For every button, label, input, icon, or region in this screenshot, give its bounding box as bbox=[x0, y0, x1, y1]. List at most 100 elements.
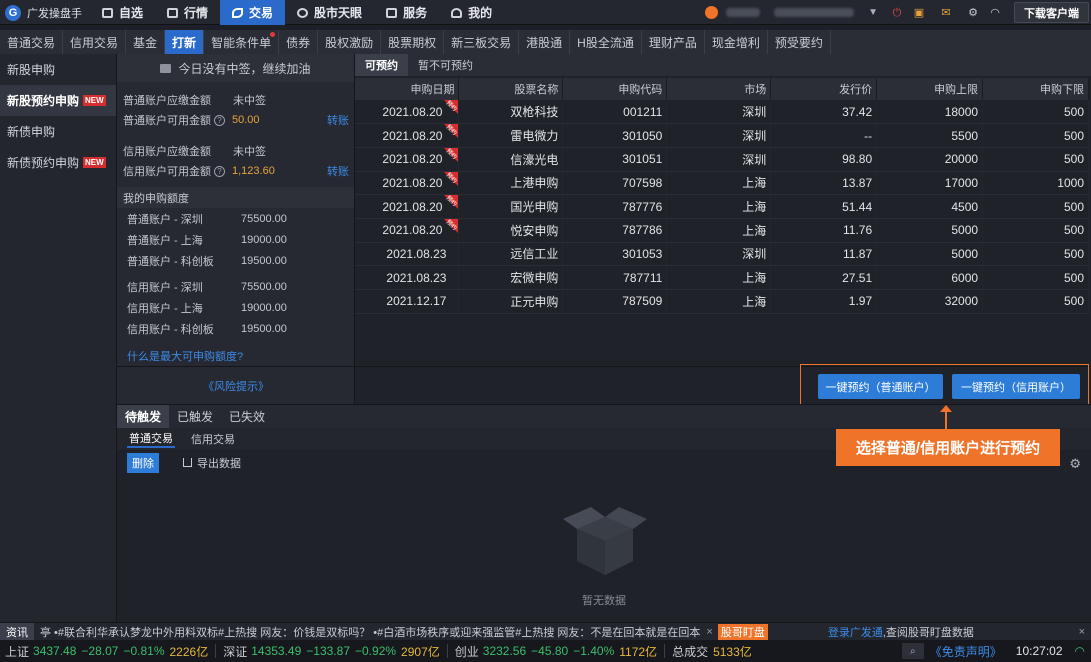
table-cell: 5000 bbox=[876, 218, 984, 243]
table-row[interactable]: 2021.12.17 正元申购 787509 上海 1.97 32000 500 bbox=[355, 289, 1089, 314]
sidebar-item-ipo-subscribe[interactable]: 新股申购 bbox=[0, 54, 116, 85]
chevron-down-icon[interactable]: ▼ bbox=[868, 7, 878, 18]
avatar[interactable] bbox=[705, 6, 719, 19]
close-icon[interactable]: × bbox=[1079, 626, 1085, 638]
subtab-ipo[interactable]: 打新 bbox=[165, 30, 205, 54]
reserve-ribbon: 预约 bbox=[444, 147, 459, 162]
subtab-equity-incentive[interactable]: 股权激励 bbox=[318, 30, 382, 54]
login-link[interactable]: 登录广发通 bbox=[828, 624, 883, 640]
subtab-normal-trade[interactable]: 普通交易 bbox=[0, 30, 64, 54]
subtab-wealth[interactable]: 理财产品 bbox=[642, 30, 705, 54]
table-row[interactable]: 2021.08.23 宏微申购 787711 上海 27.51 6000 500 bbox=[355, 265, 1089, 290]
tab-triggered[interactable]: 已触发 bbox=[169, 405, 221, 428]
subtab-fund[interactable]: 基金 bbox=[126, 30, 166, 54]
nav-market[interactable]: 行情 bbox=[155, 0, 220, 25]
mail-icon[interactable]: ✉ bbox=[940, 7, 952, 19]
sz-amount: 2907亿 bbox=[401, 644, 440, 659]
col-market[interactable]: 市场 bbox=[666, 78, 772, 100]
subtab-smart-order[interactable]: 智能条件单 bbox=[204, 30, 280, 54]
reserve-normal-button[interactable]: 一键预约（普通账户） bbox=[818, 374, 943, 399]
subtab-options[interactable]: 股票期权 bbox=[381, 30, 445, 54]
help-icon[interactable]: ? bbox=[214, 165, 225, 177]
col-lower[interactable]: 申购下限 bbox=[982, 78, 1089, 100]
close-icon[interactable]: × bbox=[706, 626, 712, 638]
subtab-cash-plus[interactable]: 现金增利 bbox=[705, 30, 768, 54]
table-cell: 787776 bbox=[562, 194, 668, 219]
empty-state: 暂无数据 bbox=[117, 474, 1091, 622]
quota-account: 普通账户 - 上海 bbox=[127, 234, 203, 247]
table-cell: 27.51 bbox=[770, 265, 878, 290]
table-row[interactable]: 2021.08.20 预约 上港申购 707598 上海 13.87 17000 1000 bbox=[355, 171, 1089, 196]
lock-icon[interactable]: ▣ bbox=[913, 7, 925, 19]
table-row[interactable]: 2021.08.20 预约 雷电微力 301050 深圳 -- 5500 500 bbox=[355, 123, 1089, 148]
export-button[interactable]: 导出数据 bbox=[183, 455, 241, 471]
reserve-ribbon: 预约 bbox=[444, 100, 459, 114]
nav-skyeye[interactable]: 股市天眼 bbox=[285, 0, 374, 25]
col-upper[interactable]: 申购上限 bbox=[876, 78, 984, 100]
credit-transfer-link[interactable]: 转账 bbox=[327, 163, 349, 179]
table-row[interactable]: 2021.08.23 远信工业 301053 深圳 11.87 5000 500 bbox=[355, 242, 1089, 267]
table-cell: 双枪科技 bbox=[458, 100, 564, 125]
news-tag[interactable]: 股哥盯盘 bbox=[717, 623, 768, 640]
quota-value: 19500.00 bbox=[241, 254, 287, 267]
disclaimer-link[interactable]: 《免责声明》 bbox=[930, 643, 1002, 660]
normal-pay-row: 普通账户应缴金额 未中签 bbox=[117, 90, 354, 110]
sidebar-item-ipo-reserve[interactable]: 新股预约申购 NEW bbox=[0, 85, 116, 116]
nav-label: 服务 bbox=[403, 6, 428, 20]
table-cell: 500 bbox=[982, 194, 1089, 219]
subtab-credit-trade[interactable]: 信用交易 bbox=[63, 30, 127, 54]
credit-pay-value: 未中签 bbox=[233, 146, 266, 158]
table-cell: 11.76 bbox=[770, 218, 878, 243]
table-cell: 国光申购 bbox=[458, 194, 564, 219]
tab-pending[interactable]: 待触发 bbox=[117, 405, 170, 428]
ipo-table: 申购日期 股票名称 申购代码 市场 发行价 申购上限 申购下限 2021.08.… bbox=[355, 78, 1089, 314]
divider bbox=[664, 644, 666, 658]
nav-watchlist[interactable]: 自选 bbox=[90, 0, 155, 25]
nav-mine[interactable]: 我的 bbox=[439, 0, 504, 25]
subtab-neeq[interactable]: 新三板交易 bbox=[444, 30, 520, 54]
table-row[interactable]: 2021.08.20 预约 悦安申购 787786 上海 11.76 5000 500 bbox=[355, 218, 1089, 243]
power-icon[interactable]: ⏻ bbox=[891, 7, 903, 19]
quota-account: 信用账户 - 深圳 bbox=[127, 281, 203, 294]
col-date[interactable]: 申购日期 bbox=[355, 78, 460, 100]
tab-not-reservable[interactable]: 暂不可预约 bbox=[408, 54, 483, 76]
reserve-credit-button[interactable]: 一键预约（信用账户） bbox=[952, 374, 1080, 399]
lottery-banner: 今日没有中签，继续加油 bbox=[117, 54, 354, 82]
app-logo: G 广发操盘手 bbox=[0, 0, 90, 25]
sidebar-item-bond-subscribe[interactable]: 新债申购 bbox=[0, 116, 116, 147]
tab-reservable[interactable]: 可预约 bbox=[355, 54, 408, 76]
tab-credit-trade[interactable]: 信用交易 bbox=[189, 430, 237, 448]
col-name[interactable]: 股票名称 bbox=[458, 78, 564, 100]
risk-notice-link[interactable]: 《风险提示》 bbox=[117, 366, 355, 404]
col-price[interactable]: 发行价 bbox=[770, 78, 878, 100]
col-code[interactable]: 申购代码 bbox=[562, 78, 668, 100]
sidebar-item-bond-reserve[interactable]: 新债预约申购 NEW bbox=[0, 147, 116, 178]
total-label: 总成交 bbox=[672, 644, 709, 659]
table-row[interactable]: 2021.08.20 预约 国光申购 787776 上海 51.44 4500 500 bbox=[355, 194, 1089, 219]
delete-button[interactable]: 删除 bbox=[127, 452, 159, 473]
gear-icon[interactable]: ⚙ bbox=[967, 7, 979, 19]
table-row[interactable]: 2021.08.20 预约 双枪科技 001211 深圳 37.42 18000 500 bbox=[355, 100, 1089, 125]
quota-account: 普通账户 - 科创板 bbox=[127, 255, 214, 268]
table-row[interactable]: 2021.08.20 预约 信濠光电 301051 深圳 98.80 20000 500 bbox=[355, 147, 1089, 172]
max-quota-help-link[interactable]: 什么是最大可申购额度? bbox=[117, 345, 354, 367]
nav-trade[interactable]: 交易 bbox=[220, 0, 286, 25]
normal-transfer-link[interactable]: 转账 bbox=[327, 112, 349, 128]
subtab-h-share[interactable]: H股全流通 bbox=[570, 30, 642, 54]
quota-account: 信用账户 - 科创板 bbox=[127, 323, 214, 336]
news-text[interactable]: 亭 •#联合利华承认梦龙中外用料双标#上热搜 网友：价钱是双标吗？ •#白酒市场… bbox=[40, 624, 700, 640]
market-status-bar: 上证 3437.48 −28.07 −0.81% 2226亿 深证 14353.… bbox=[0, 640, 1091, 662]
tab-normal-trade[interactable]: 普通交易 bbox=[127, 430, 175, 448]
help-icon[interactable]: ? bbox=[214, 114, 225, 126]
subtab-hk-connect[interactable]: 港股通 bbox=[519, 30, 571, 54]
download-client-button[interactable]: 下载客户端 bbox=[1014, 2, 1089, 23]
table-cell: 500 bbox=[982, 123, 1089, 148]
subtab-tender-offer[interactable]: 预受要约 bbox=[768, 30, 831, 54]
headset-icon[interactable]: ◠ bbox=[989, 7, 1001, 19]
tab-expired[interactable]: 已失效 bbox=[221, 405, 273, 428]
subtab-bond[interactable]: 债券 bbox=[279, 30, 319, 54]
settings-gear-icon[interactable]: ⚙ bbox=[1069, 456, 1081, 472]
credit-pay-row: 信用账户应缴金额 未中签 bbox=[117, 141, 354, 161]
search-icon[interactable]: ⌕ bbox=[901, 643, 924, 659]
nav-service[interactable]: 服务 bbox=[374, 0, 439, 25]
